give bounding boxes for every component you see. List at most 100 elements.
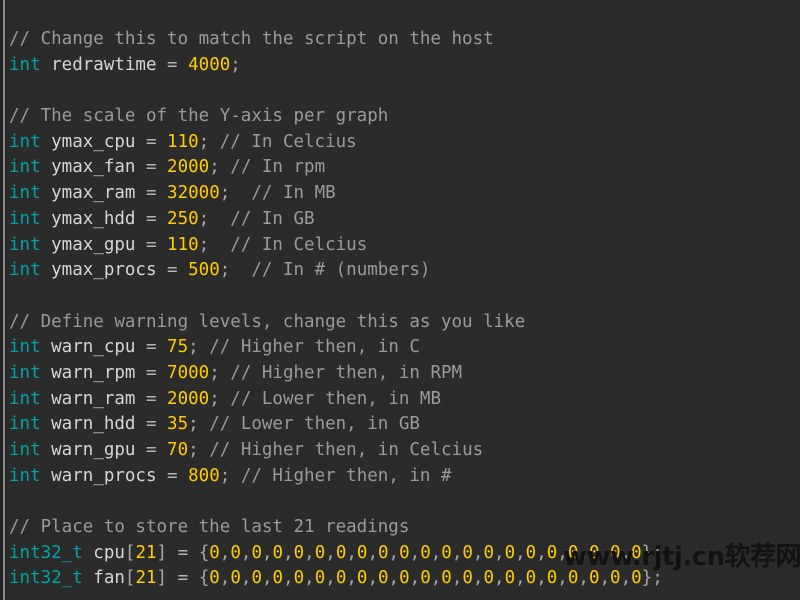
- code-token-pn: ]: [156, 568, 178, 589]
- code-editor-window: // Change this to match the script on th…: [0, 0, 800, 600]
- code-token-id: cpu: [82, 542, 125, 563]
- code-token-pn: ;: [188, 440, 199, 460]
- code-token-num: 0: [230, 542, 241, 563]
- code-token-num: 0: [525, 568, 537, 589]
- code-token-num: 0: [293, 568, 305, 589]
- code-line: // The scale of the Y-axis per graph: [0, 104, 800, 130]
- code-token-pn: ;: [188, 337, 199, 358]
- code-token-id: ymax_ram: [40, 183, 146, 204]
- code-token-id: warn_procs: [40, 465, 168, 486]
- code-token-pn: ;: [198, 131, 210, 152]
- code-token-op: =: [177, 542, 199, 563]
- code-token-id: redrawtime: [40, 54, 168, 75]
- code-token-pn: ;: [219, 260, 231, 281]
- code-token-num: 0: [314, 542, 326, 563]
- code-token-num: 0: [588, 568, 600, 589]
- code-token-kw: int32_t: [9, 568, 83, 589]
- code-line: int ymax_gpu = 110; // In Celcius: [0, 233, 800, 259]
- code-token-pn: ,: [261, 568, 273, 589]
- code-token-num: 0: [546, 568, 558, 589]
- code-line: int warn_hdd = 35; // Lower then, in GB: [0, 412, 800, 438]
- code-token-num: 0: [272, 568, 284, 589]
- code-token-pn: ,: [494, 542, 505, 563]
- code-token-op: =: [145, 208, 168, 229]
- code-token-num: 35: [167, 414, 189, 435]
- code-token-pn: ,: [557, 542, 568, 563]
- code-token-kw: int: [9, 54, 41, 75]
- code-token-num: 32000: [167, 183, 220, 204]
- code-token-cm: // Change this to match the script on th…: [9, 29, 494, 49]
- code-token-num: 0: [610, 542, 621, 563]
- code-token-id: ymax_fan: [40, 157, 146, 178]
- code-token-cm: // In Celcius: [209, 234, 368, 255]
- code-token-pn: ;: [209, 157, 220, 178]
- code-token-id: ymax_cpu: [40, 131, 146, 152]
- code-token-pn: ,: [620, 568, 632, 589]
- code-token-num: 0: [504, 568, 516, 589]
- code-token-pn: ,: [451, 542, 463, 563]
- code-token-pn: ,: [430, 542, 442, 563]
- code-token-num: 800: [188, 465, 220, 486]
- code-token-kw: int: [9, 260, 41, 281]
- code-token-num: 7000: [167, 362, 210, 383]
- code-token-num: 0: [314, 568, 326, 589]
- code-token-pn: ;: [209, 362, 220, 383]
- code-token-cm: // Define warning levels, change this as…: [9, 311, 526, 332]
- code-line: int ymax_fan = 2000; // In rpm: [0, 155, 800, 181]
- code-token-num: 0: [420, 568, 431, 589]
- code-token-num: 21: [135, 568, 157, 589]
- code-token-op: =: [145, 362, 168, 383]
- code-token-kw: int32_t: [9, 542, 83, 563]
- code-token-num: 0: [462, 568, 473, 589]
- code-token-pn: ;: [209, 388, 220, 409]
- code-token-num: 110: [167, 131, 199, 152]
- code-token-num: 500: [188, 260, 220, 281]
- code-token-pn: ;: [198, 234, 210, 255]
- code-token-op: =: [145, 131, 168, 152]
- code-token-num: 0: [251, 568, 262, 589]
- code-token-num: 0: [335, 568, 347, 589]
- code-token-num: 0: [504, 542, 516, 563]
- code-line: int warn_procs = 800; // Higher then, in…: [0, 464, 800, 490]
- code-token-pn: ,: [304, 542, 315, 563]
- code-line: int32_t fan[21] = {0,0,0,0,0,0,0,0,0,0,0…: [0, 566, 800, 592]
- code-token-cm: // Place to store the last 21 readings: [9, 517, 410, 538]
- code-token-num: 2000: [167, 157, 210, 178]
- code-token-cm: // In GB: [209, 208, 315, 229]
- code-token-cm: // Higher then, in RPM: [219, 362, 463, 383]
- code-token-pn: ,: [325, 568, 336, 589]
- code-token-op: =: [177, 568, 199, 589]
- code-token-pn: {: [198, 542, 210, 563]
- code-token-num: 0: [441, 542, 452, 563]
- code-token-pn: ,: [240, 542, 252, 563]
- code-token-cm: // The scale of the Y-axis per graph: [9, 106, 389, 127]
- code-token-num: 0: [230, 568, 241, 589]
- code-token-pn: ]: [156, 542, 178, 563]
- code-token-cm: // In Celcius: [209, 131, 357, 152]
- code-token-cm: // Higher then, in C: [198, 337, 420, 358]
- code-token-num: 0: [399, 542, 410, 563]
- code-token-id: warn_rpm: [40, 362, 146, 383]
- code-text-area[interactable]: // Change this to match the script on th…: [0, 0, 800, 600]
- code-token-cm: // Lower then, in MB: [219, 388, 442, 409]
- code-token-num: 21: [135, 542, 157, 563]
- code-token-pn: ,: [325, 542, 336, 563]
- code-token-pn: [: [124, 542, 136, 563]
- code-token-op: =: [145, 234, 168, 255]
- code-token-pn: {: [198, 568, 210, 589]
- code-token-pn: ,: [261, 542, 273, 563]
- code-token-num: 0: [525, 542, 537, 563]
- code-token-pn: ,: [283, 542, 294, 563]
- code-token-id: ymax_procs: [40, 260, 168, 281]
- code-token-id: warn_ram: [40, 388, 146, 409]
- code-token-pn: ,: [578, 542, 589, 563]
- code-token-pn: [: [124, 568, 136, 589]
- code-line: int ymax_cpu = 110; // In Celcius: [0, 130, 800, 156]
- code-token-cm: // In # (numbers): [230, 260, 431, 281]
- code-token-pn: ,: [578, 568, 589, 589]
- code-token-num: 0: [483, 542, 495, 563]
- code-token-num: 4000: [188, 54, 231, 75]
- code-token-kw: int: [9, 234, 41, 255]
